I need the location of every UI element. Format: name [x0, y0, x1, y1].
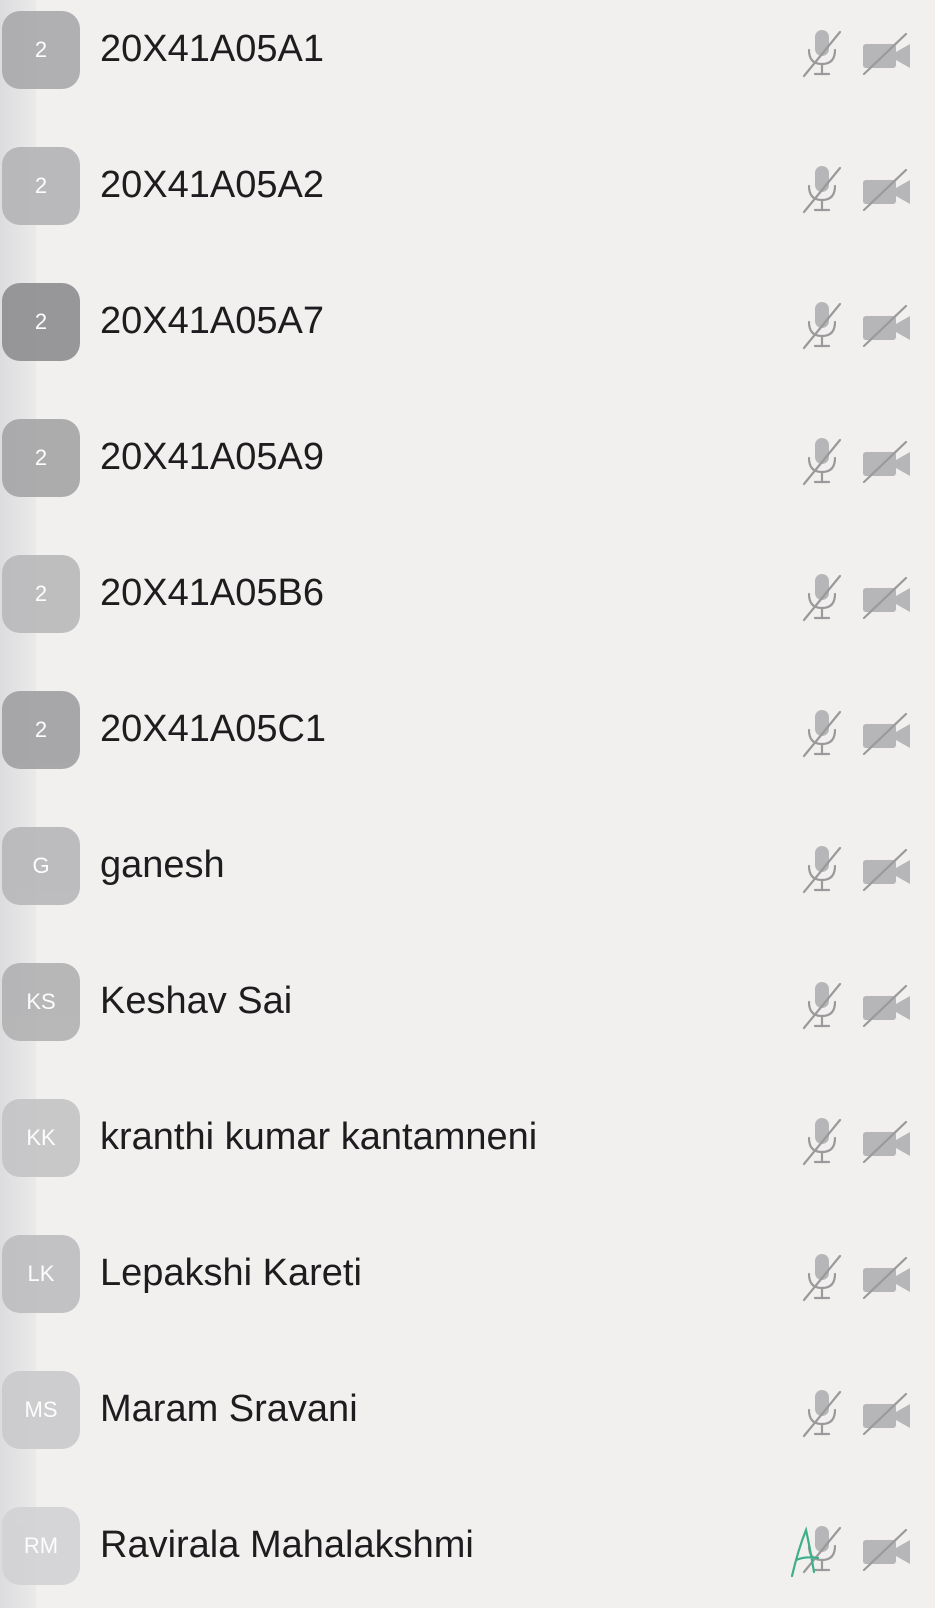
participant-row[interactable]: 2 20X41A05C1 [0, 680, 935, 780]
video-off-icon[interactable] [860, 984, 914, 1028]
video-off-icon[interactable] [860, 712, 914, 756]
mic-muted-icon[interactable] [800, 1114, 844, 1168]
video-off-icon[interactable] [860, 168, 914, 212]
avatar: 2 [2, 419, 80, 497]
avatar: KK [2, 1099, 80, 1177]
participant-name: ganesh [100, 844, 225, 886]
mic-muted-icon[interactable] [800, 298, 844, 352]
video-off-icon[interactable] [860, 848, 914, 892]
mic-muted-icon[interactable] [800, 1250, 844, 1304]
video-off-icon[interactable] [860, 304, 914, 348]
mic-muted-icon[interactable] [800, 26, 844, 80]
avatar: 2 [2, 11, 80, 89]
participant-name: Maram Sravani [100, 1388, 358, 1430]
avatar: LK [2, 1235, 80, 1313]
participant-name: 20X41A05A9 [100, 436, 324, 478]
participant-name: Ravirala Mahalakshmi [100, 1524, 474, 1566]
participant-row[interactable]: KK kranthi kumar kantamneni [0, 1088, 935, 1188]
participant-name: kranthi kumar kantamneni [100, 1116, 538, 1158]
avatar: 2 [2, 283, 80, 361]
mic-muted-icon[interactable] [800, 842, 844, 896]
video-off-icon[interactable] [860, 1392, 914, 1436]
participant-list: 2 20X41A05A1 2 20X41A05A2 2 20X41A05A7 2… [0, 0, 935, 1608]
mic-muted-icon[interactable] [800, 978, 844, 1032]
participant-name: 20X41A05A7 [100, 300, 324, 342]
video-off-icon[interactable] [860, 440, 914, 484]
avatar: RM [2, 1507, 80, 1585]
avatar: 2 [2, 691, 80, 769]
participant-name: 20X41A05A1 [100, 28, 324, 70]
participant-name: 20X41A05C1 [100, 708, 327, 750]
video-off-icon[interactable] [860, 576, 914, 620]
participant-row[interactable]: KS Keshav Sai [0, 952, 935, 1052]
participant-row[interactable]: LK Lepakshi Kareti [0, 1224, 935, 1324]
mic-muted-icon[interactable] [800, 570, 844, 624]
participant-name: 20X41A05A2 [100, 164, 324, 206]
participant-row[interactable]: 2 20X41A05A7 [0, 272, 935, 372]
participant-row[interactable]: G ganesh [0, 816, 935, 916]
participant-name: 20X41A05B6 [100, 572, 324, 614]
participant-row[interactable]: MS Maram Sravani [0, 1360, 935, 1460]
video-off-icon[interactable] [860, 1528, 914, 1572]
mic-muted-icon[interactable] [800, 706, 844, 760]
mic-muted-icon[interactable] [800, 162, 844, 216]
participant-name: Lepakshi Kareti [100, 1252, 362, 1294]
video-off-icon[interactable] [860, 1256, 914, 1300]
avatar: 2 [2, 555, 80, 633]
participant-row[interactable]: 2 20X41A05B6 [0, 544, 935, 644]
mic-muted-icon[interactable] [800, 434, 844, 488]
video-off-icon[interactable] [860, 32, 914, 76]
avatar: 2 [2, 147, 80, 225]
avatar: G [2, 827, 80, 905]
participant-row[interactable]: 2 20X41A05A9 [0, 408, 935, 508]
participant-name: Keshav Sai [100, 980, 293, 1022]
video-off-icon[interactable] [860, 1120, 914, 1164]
participant-row[interactable]: 2 20X41A05A1 [0, 0, 935, 100]
handwritten-mark [790, 1526, 820, 1578]
avatar: KS [2, 963, 80, 1041]
avatar: MS [2, 1371, 80, 1449]
mic-muted-icon[interactable] [800, 1386, 844, 1440]
participant-row[interactable]: 2 20X41A05A2 [0, 136, 935, 236]
